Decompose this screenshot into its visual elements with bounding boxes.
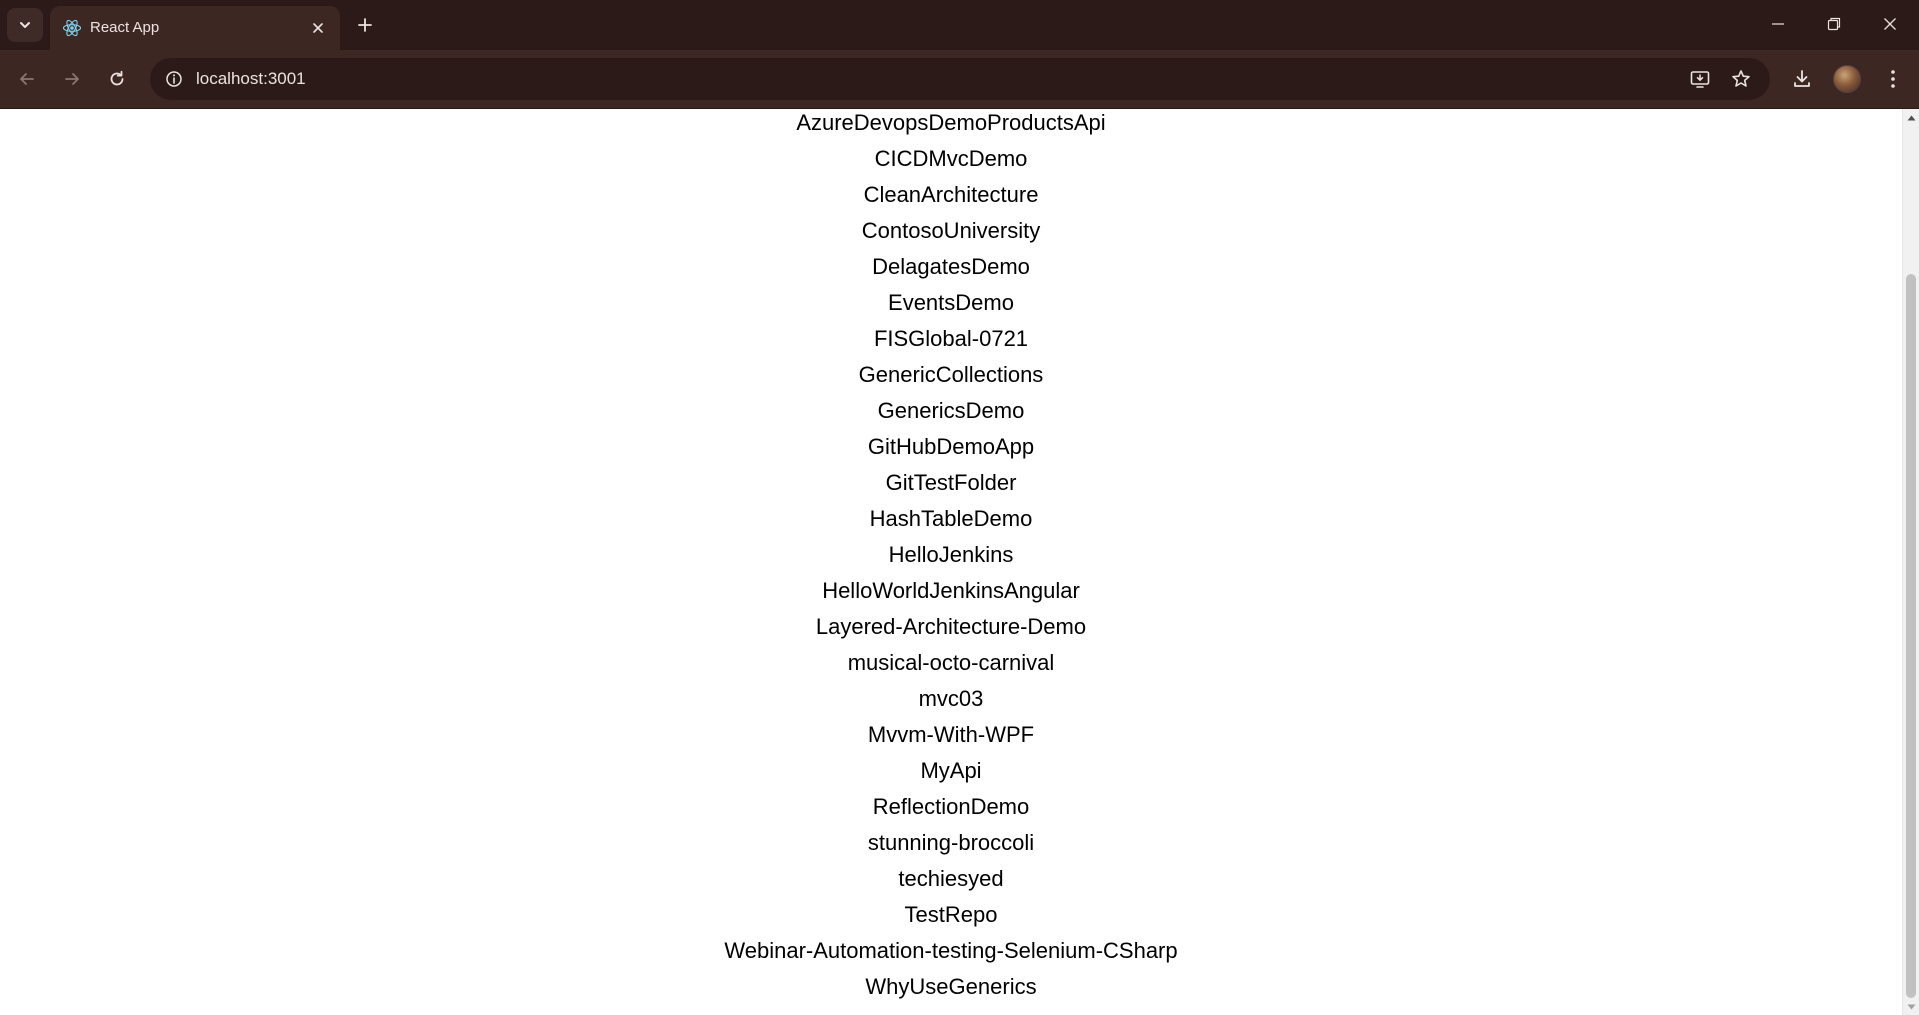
react-icon [62,19,82,37]
triangle-down-icon [1907,1004,1916,1009]
tab-close-button[interactable] [306,16,330,40]
page-viewport: AzureDevopsDemoProductsApi CICDMvcDemo C… [0,109,1902,1015]
repo-item: GitHubDemoApp [867,434,1035,459]
repo-item: CleanArchitecture [863,182,1039,207]
site-info-button[interactable] [158,63,190,95]
kebab-menu-icon [1891,70,1895,88]
downloads-button[interactable] [1785,62,1819,96]
repo-item: mvc03 [918,686,984,711]
vertical-scrollbar[interactable] [1902,109,1919,1015]
repo-item: AzureDevopsDemoProductsApi [796,110,1106,135]
menu-button[interactable] [1876,62,1910,96]
repo-item: TestRepo [904,902,998,927]
browser-window: React App localhost:3001 AzureDevopsDemo… [0,0,1919,1015]
browser-toolbar: localhost:3001 [0,50,1919,109]
repo-item: stunning-broccoli [867,830,1035,855]
repo-item: DelagatesDemo [872,254,1030,279]
minimize-icon [1772,23,1784,25]
back-button[interactable] [10,62,44,96]
reload-icon [110,70,124,86]
repo-item: ReflectionDemo [872,794,1030,819]
repo-item: techiesyed [898,866,1004,891]
scrollbar-thumb[interactable] [1906,274,1916,998]
repo-list: AzureDevopsDemoProductsApi CICDMvcDemo C… [0,109,1902,1009]
repo-item: GenericsDemo [877,398,1025,423]
avatar [1833,65,1861,93]
scroll-down-button[interactable] [1903,998,1919,1015]
install-app-icon [1690,71,1710,88]
tab-react-app[interactable]: React App [50,6,340,50]
arrow-right-icon [65,73,79,85]
close-icon [313,23,323,33]
window-close-button[interactable] [1862,0,1918,48]
repo-item: MyApi [920,758,982,783]
minimize-button[interactable] [1750,0,1806,48]
repo-item: EventsDemo [888,290,1014,315]
plus-icon [358,18,372,32]
forward-button[interactable] [55,62,89,96]
restore-icon [1827,17,1841,31]
scroll-up-button[interactable] [1903,109,1919,126]
repo-item: WhyUseGenerics [865,974,1037,999]
chevron-down-icon [20,22,30,28]
triangle-up-icon [1907,115,1916,120]
repo-item: GenericCollections [858,362,1044,387]
repo-item: HashTableDemo [869,506,1033,531]
repo-item: GitTestFolder [885,470,1017,495]
repo-item: FISGlobal-0721 [873,326,1029,351]
star-icon [1732,70,1750,87]
repo-item: Webinar-Automation-testing-Selenium-CSha… [724,938,1178,963]
address-bar[interactable]: localhost:3001 [150,58,1770,100]
tab-strip: React App [0,0,1919,50]
repo-item: Mvvm-With-WPF [867,722,1035,747]
new-tab-button[interactable] [350,10,380,40]
info-icon [166,71,182,87]
arrow-left-icon [20,73,34,85]
repo-item: ContosoUniversity [861,218,1041,243]
repo-item: HelloJenkins [888,542,1014,567]
restore-button[interactable] [1806,0,1862,48]
bookmark-button[interactable] [1725,63,1757,95]
reload-button[interactable] [100,62,134,96]
repo-item: CICDMvcDemo [874,146,1028,171]
tab-search-button[interactable] [7,8,43,42]
repo-item: musical-octo-carnival [847,650,1055,675]
tab-title: React App [90,19,160,36]
download-icon [1794,70,1810,87]
repo-item: HelloWorldJenkinsAngular [822,578,1080,603]
close-icon [1884,18,1896,30]
profile-button[interactable] [1830,62,1864,96]
install-app-button[interactable] [1684,63,1716,95]
repo-item: Layered-Architecture-Demo [815,614,1087,639]
url-text[interactable]: localhost:3001 [196,68,306,90]
